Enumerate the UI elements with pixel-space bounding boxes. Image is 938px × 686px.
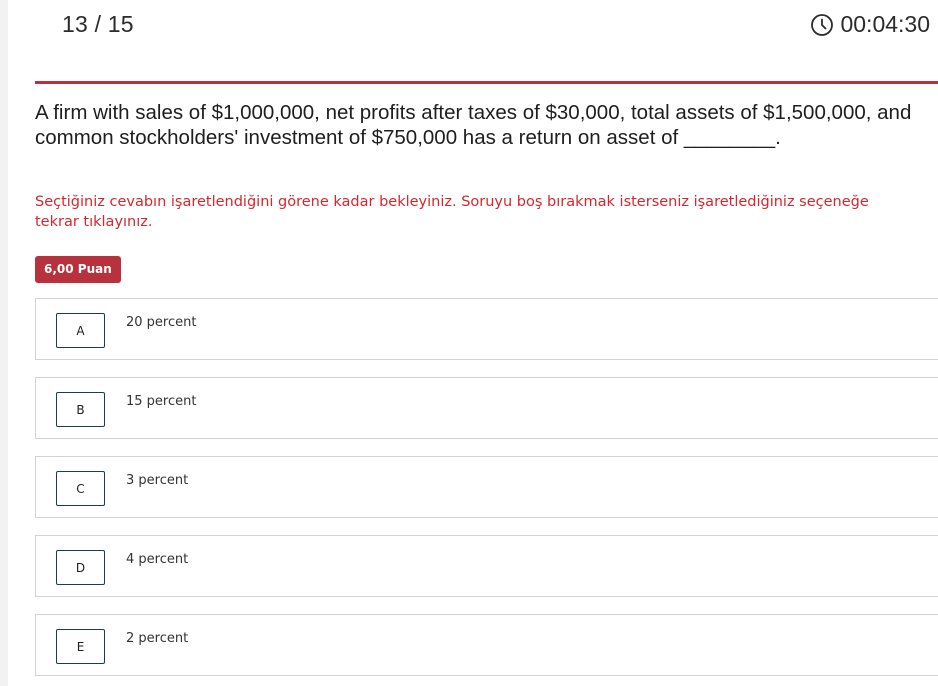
option-letter[interactable]: A [56,313,105,348]
answer-notice: Seçtiğiniz cevabın işaretlendiğini gören… [35,194,869,230]
option-text: 4 percent [126,552,189,567]
option-letter[interactable]: D [56,550,105,585]
option-b[interactable]: B 15 percent [35,377,938,439]
option-letter[interactable]: C [56,471,105,506]
option-text: 20 percent [126,315,197,330]
header-divider [35,81,938,84]
option-a[interactable]: A 20 percent [35,298,938,360]
option-letter[interactable]: E [56,629,105,664]
option-text: 3 percent [126,473,189,488]
option-letter[interactable]: B [56,392,105,427]
clock-icon [810,13,834,37]
option-text: 15 percent [126,394,197,409]
question-text: A firm with sales of $1,000,000, net pro… [35,101,912,149]
option-c[interactable]: C 3 percent [35,456,938,518]
option-d[interactable]: D 4 percent [35,535,938,597]
timer: 00:04:30 [810,11,930,38]
points-badge: 6,00 Puan [35,256,121,283]
timer-value: 00:04:30 [840,11,930,37]
question-counter: 13 / 15 [62,11,134,37]
option-e[interactable]: E 2 percent [35,614,938,676]
option-text: 2 percent [126,631,189,646]
quiz-panel: 13 / 15 00:04:30 A firm with sales of $1… [8,0,938,686]
